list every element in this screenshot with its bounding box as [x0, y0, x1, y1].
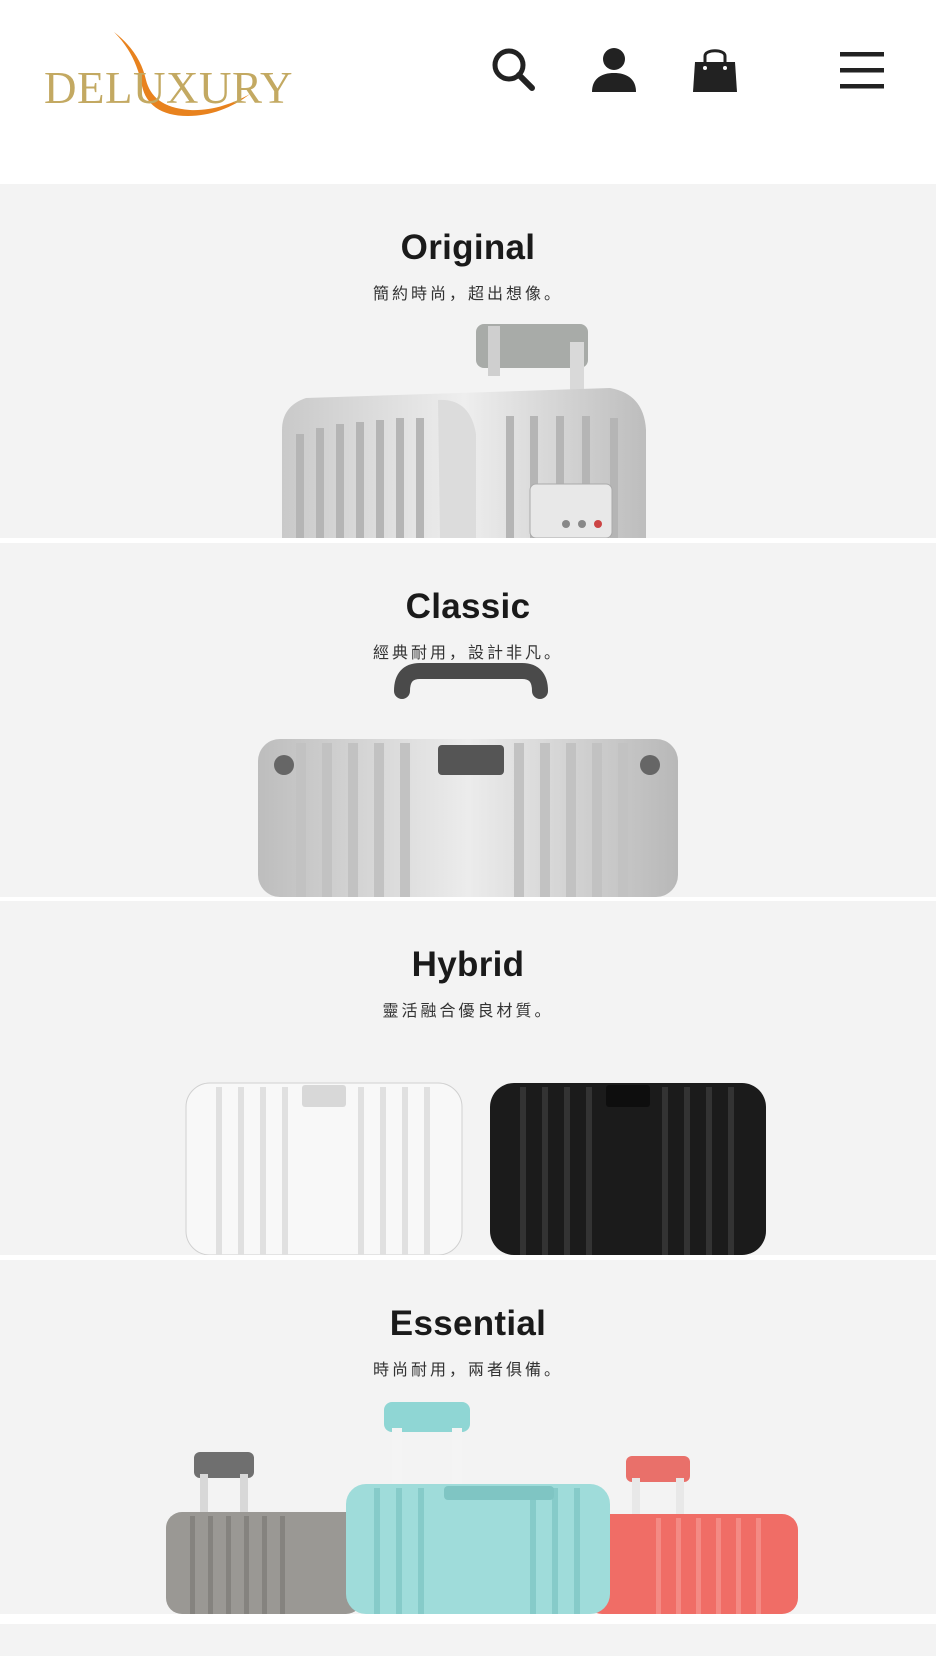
collection-title: Classic — [405, 587, 531, 626]
cart-button[interactable] — [689, 44, 741, 96]
collection-title: Hybrid — [411, 945, 525, 984]
collection-card-classic[interactable]: Classic 經典耐用，設計非凡。 — [0, 543, 936, 897]
account-button[interactable] — [588, 44, 640, 96]
collection-subtitle: 簡約時尚，超出想像。 — [372, 284, 563, 303]
next-panel-edge — [0, 1624, 936, 1656]
collection-subtitle: 時尚耐用，兩者俱備。 — [372, 1360, 563, 1379]
search-button[interactable] — [488, 44, 540, 96]
user-icon — [592, 48, 636, 92]
collection-card-original[interactable]: Original 簡約時尚，超出想像。 — [0, 184, 936, 538]
collection-card-hybrid[interactable]: Hybrid 靈活融合優良材質。 — [0, 901, 936, 1255]
collection-subtitle: 經典耐用，設計非凡。 — [372, 643, 563, 662]
logo-text: DELUXURY — [44, 63, 293, 113]
brand-logo[interactable]: DELUXURY — [42, 26, 293, 118]
menu-button[interactable] — [836, 44, 888, 96]
shopping-bag-icon — [693, 49, 737, 92]
collection-title: Original — [400, 228, 536, 267]
collection-title: Essential — [389, 1304, 547, 1343]
menu-icon — [840, 52, 884, 89]
collection-card-essential[interactable]: Essential 時尚耐用，兩者俱備。 — [0, 1260, 936, 1614]
collection-subtitle: 靈活融合優良材質。 — [382, 1001, 554, 1020]
search-icon — [492, 48, 535, 91]
site-header: DELUXURY — [0, 0, 936, 184]
